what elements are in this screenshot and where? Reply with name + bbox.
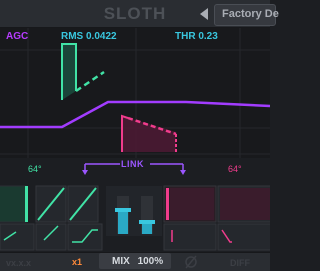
- output-meter[interactable]: [139, 196, 155, 234]
- transfer-graph[interactable]: [0, 28, 270, 158]
- thr-readout: THR 0.23: [175, 31, 218, 42]
- pink-attack-panel[interactable]: [163, 185, 217, 223]
- green-region: [62, 44, 76, 100]
- mix-value: 100%: [137, 256, 164, 267]
- preset-prev-arrow-icon[interactable]: [197, 6, 211, 22]
- release-panel[interactable]: [35, 185, 67, 223]
- mix-readout: MIX 100%: [112, 256, 163, 267]
- input-meter[interactable]: [115, 196, 131, 234]
- mix-label: MIX: [112, 256, 130, 267]
- shape-panel[interactable]: [67, 185, 99, 223]
- pink-release-panel[interactable]: [217, 185, 270, 223]
- green-dashed-line: [75, 70, 105, 93]
- attack-panel[interactable]: [0, 185, 28, 223]
- agc-label[interactable]: AGC: [6, 31, 28, 42]
- preset-name: Factory De: [222, 8, 279, 20]
- rms-readout: RMS 0.0422: [61, 31, 117, 42]
- version-label: vx.x.x: [6, 258, 32, 268]
- meter-panel: [106, 186, 162, 236]
- phase-invert-icon[interactable]: [183, 254, 199, 270]
- left-angle-readout: 64°: [28, 164, 42, 174]
- right-angle-readout: 64°: [228, 164, 242, 174]
- oversample-button[interactable]: x1: [72, 257, 82, 267]
- controls-panel: [0, 180, 270, 252]
- pink-region: [122, 116, 176, 152]
- link-bracket: [82, 163, 186, 175]
- diff-button[interactable]: DIFF: [230, 258, 250, 268]
